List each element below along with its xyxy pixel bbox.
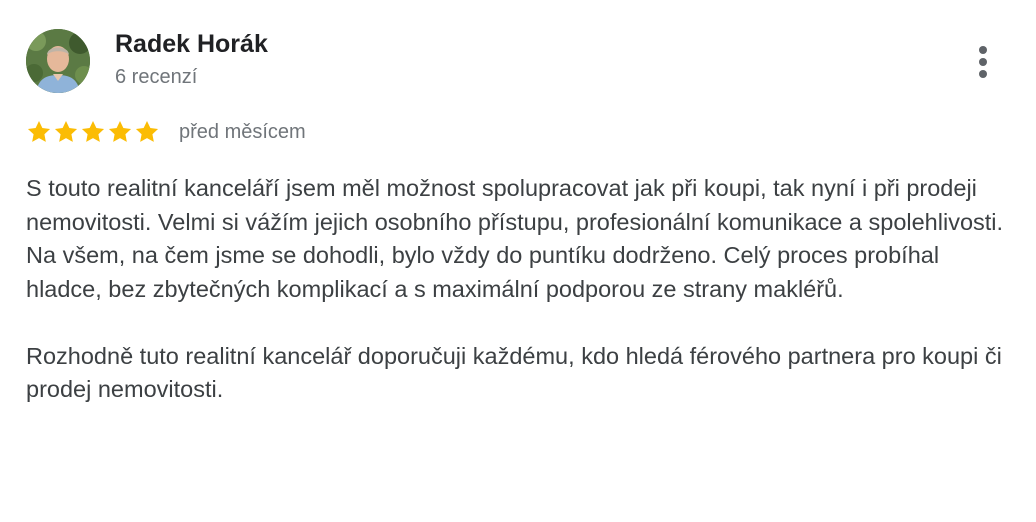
more-options-button[interactable] [970, 40, 1000, 84]
more-vertical-icon-dot [979, 70, 987, 78]
more-vertical-icon-dot [979, 58, 987, 66]
review-paragraph: S touto realitní kanceláří jsem měl možn… [26, 175, 1004, 302]
review-card: Radek Horák 6 recenzí před měsícem S tou… [0, 0, 1036, 522]
rating-row: před měsícem [26, 116, 306, 148]
star-rating [26, 119, 161, 145]
review-text: S touto realitní kanceláří jsem měl možn… [26, 172, 1011, 407]
more-vertical-icon [979, 46, 987, 54]
review-count[interactable]: 6 recenzí [115, 66, 197, 89]
star-icon [135, 120, 159, 142]
avatar-photo [26, 29, 90, 93]
star-icon [27, 120, 51, 142]
author-name[interactable]: Radek Horák [115, 30, 268, 59]
star-icon [54, 120, 78, 142]
review-paragraph: Rozhodně tuto realitní kancelář doporuču… [26, 342, 1002, 403]
avatar[interactable] [26, 29, 90, 93]
star-icon [108, 120, 132, 142]
review-date: před měsícem [179, 120, 306, 143]
star-icon [81, 120, 105, 142]
